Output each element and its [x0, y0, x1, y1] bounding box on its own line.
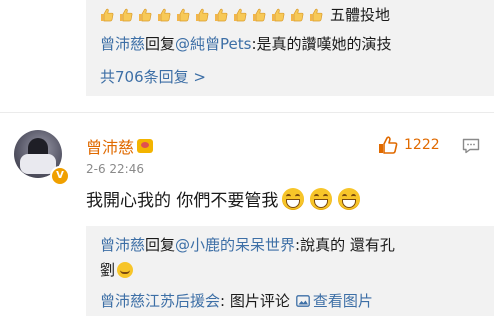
view-image-link[interactable]: 查看图片: [295, 290, 373, 311]
reply-author[interactable]: 曾沛慈江苏后援会: [100, 290, 220, 311]
thumbs-up-emoji-icon: [252, 8, 266, 22]
reply-mention[interactable]: @小鹿的呆呆世界: [175, 236, 295, 254]
thumbs-up-emoji-icon: [290, 8, 304, 22]
verified-badge-icon: V: [50, 166, 70, 186]
reply-text: :是真的讚嘆她的演技: [251, 35, 392, 53]
thumbs-suffix-text: 五體投地: [330, 5, 391, 24]
reply-line-2[interactable]: 曾沛慈江苏后援会 : 图片评论 查看图片: [100, 290, 373, 311]
thumbs-row: 五體投地: [100, 4, 390, 24]
reply-verb: 回复: [145, 236, 176, 254]
member-crown-icon: [137, 139, 154, 153]
reply-author[interactable]: 曾沛慈: [100, 236, 145, 254]
reply-button[interactable]: [462, 138, 480, 158]
thumbs-up-emoji-icon: [157, 8, 171, 22]
grin-emoji-icon: [282, 187, 305, 210]
reply-author[interactable]: 曾沛慈: [100, 35, 145, 53]
image-icon: [295, 294, 310, 307]
total-replies-link[interactable]: 共706条回复 >: [100, 66, 206, 87]
thumbs-up-emoji-icon: [119, 8, 133, 22]
thumbs-up-emoji-icon: [138, 8, 152, 22]
comment-body: 我開心我的 你們不要管我: [86, 186, 361, 211]
thumbs-up-emoji-icon: [233, 8, 247, 22]
reply-line-1-cont: 劉: [100, 259, 134, 280]
reply-text-cont: 劉: [100, 261, 116, 279]
reply-line-top[interactable]: 曾沛慈回复@純曾Pets:是真的讚嘆她的演技: [100, 33, 392, 54]
thumbs-up-icon: [379, 136, 398, 154]
thumbs-up-emoji-icon: [271, 8, 285, 22]
reply-line-1[interactable]: 曾沛慈回复@小鹿的呆呆世界:說真的 還有孔: [100, 233, 480, 257]
comment-time: 2-6 22:46: [86, 162, 144, 176]
like-button[interactable]: 1222: [378, 136, 440, 154]
thumbs-up-emoji-icon: [195, 8, 209, 22]
thumbs-up-emoji-icon: [176, 8, 190, 22]
comment-author-row: 曾沛慈: [86, 134, 154, 158]
grin-emoji-group: [282, 187, 361, 210]
reply-verb: 回复: [145, 35, 176, 53]
reply-text: :說真的 還有孔: [295, 236, 395, 254]
grin-emoji-icon: [338, 187, 361, 210]
reply-text: : 图片评论: [220, 292, 290, 310]
comment-icon: [462, 138, 480, 154]
comment-author[interactable]: 曾沛慈: [86, 134, 134, 158]
view-image-label[interactable]: 查看图片: [313, 290, 373, 311]
comment-text: 我開心我的 你們不要管我: [86, 191, 279, 211]
divider: [0, 112, 494, 113]
smile-emoji-icon: [117, 261, 134, 278]
like-count: 1222: [404, 137, 440, 153]
thumbs-emoji-group: [100, 5, 328, 24]
thumbs-up-emoji-icon: [309, 8, 323, 22]
reply-mention[interactable]: @純曾Pets: [175, 35, 251, 53]
thumbs-up-emoji-icon: [100, 8, 114, 22]
grin-emoji-icon: [310, 187, 333, 210]
thumbs-up-emoji-icon: [214, 8, 228, 22]
